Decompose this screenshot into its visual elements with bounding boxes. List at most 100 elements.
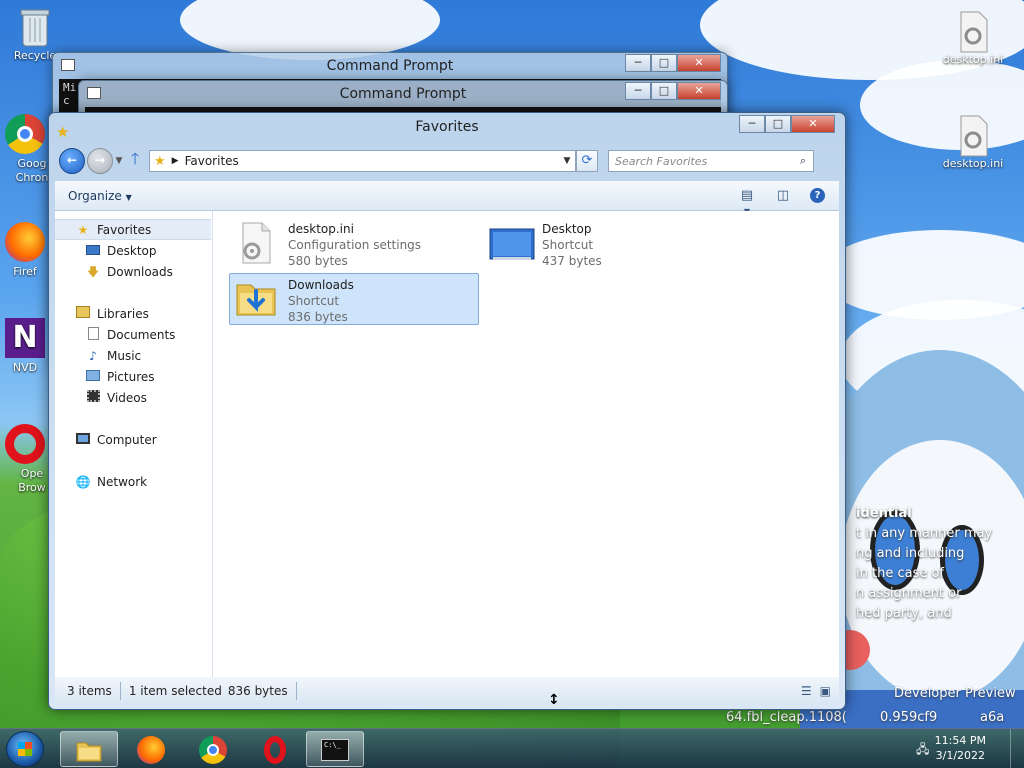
- title-bar[interactable]: Command Prompt ─ □ ✕: [53, 53, 727, 79]
- minimize-button[interactable]: ─: [625, 82, 651, 100]
- desktop-icon-desktop-ini-2[interactable]: desktop.ini: [938, 114, 1008, 170]
- overlay-text: idential: [856, 506, 912, 521]
- overlay-text: t in any manner may: [856, 526, 993, 541]
- start-button[interactable]: [6, 731, 44, 767]
- desktop-icon: [85, 243, 101, 259]
- nav-item-pictures[interactable]: Pictures: [55, 366, 212, 387]
- maximize-button[interactable]: □: [651, 82, 677, 100]
- window-controls: ─ □ ✕: [625, 54, 721, 72]
- desktop-icon-label: desktop.ini: [942, 53, 1004, 66]
- desktop-icon-label: Ope Brow: [18, 467, 46, 494]
- clock[interactable]: 11:54 PM 3/1/2022: [935, 733, 986, 763]
- nav-item-label: Favorites: [97, 222, 152, 237]
- computer-icon: [75, 432, 91, 448]
- nav-item-documents[interactable]: Documents: [55, 324, 212, 345]
- show-desktop-button[interactable]: [1010, 729, 1024, 768]
- nav-item-desktop[interactable]: Desktop: [55, 240, 212, 261]
- preview-pane-button[interactable]: ◫: [774, 188, 792, 204]
- maximize-button[interactable]: □: [765, 115, 791, 133]
- file-tile-desktop-ini[interactable]: desktop.ini Configuration settings 580 byt…: [229, 217, 479, 269]
- taskbar-button-cmd[interactable]: C:\_: [306, 731, 364, 767]
- navigation-pane[interactable]: ★ Favorites Desktop 🡇 Downloads Libraries Docu…: [55, 211, 213, 677]
- title-bar[interactable]: Command Prompt ─ □ ✕: [79, 81, 727, 107]
- title-bar[interactable]: ★ Favorites ─ □ ✕: [49, 113, 845, 141]
- help-button[interactable]: ?: [810, 188, 825, 203]
- nav-item-videos[interactable]: Videos: [55, 387, 212, 408]
- desktop-icon-desktop-ini-1[interactable]: desktop.ini: [938, 10, 1008, 66]
- taskbar-button-firefox[interactable]: [122, 731, 180, 767]
- nvda-icon: N: [5, 318, 45, 358]
- overlay-text: hed party, and: [856, 606, 952, 621]
- close-button[interactable]: ✕: [677, 82, 721, 100]
- recent-pages-dropdown[interactable]: ▼: [113, 156, 125, 166]
- minimize-button[interactable]: ─: [739, 115, 765, 133]
- taskbar-button-opera[interactable]: [246, 731, 304, 767]
- details-view-icon[interactable]: ☰: [801, 684, 812, 698]
- nav-item-label: Documents: [107, 327, 176, 342]
- organize-label: Organize: [68, 188, 122, 203]
- network-tray-icon[interactable]: 🖧: [916, 740, 932, 756]
- explorer-window[interactable]: ★ Favorites ─ □ ✕ ← → ▼ 🡑 ★ ▶ Favorites ▼ …: [48, 112, 846, 710]
- address-bar[interactable]: ★ ▶ Favorites ▼: [149, 150, 576, 172]
- back-button[interactable]: ←: [59, 148, 85, 174]
- settings-file-icon: [953, 114, 993, 157]
- nav-item-libraries[interactable]: Libraries: [55, 303, 212, 324]
- nav-item-label: Libraries: [97, 306, 149, 321]
- close-button[interactable]: ✕: [677, 54, 721, 72]
- overlay-text: ng and including: [856, 546, 965, 561]
- address-history-dropdown[interactable]: ▼: [559, 156, 575, 166]
- opera-icon: [5, 424, 45, 464]
- file-name: Downloads: [288, 278, 354, 292]
- file-tile-desktop[interactable]: Desktop Shortcut 437 bytes: [483, 217, 733, 269]
- downloads-shortcut-icon: [234, 277, 278, 321]
- nav-item-downloads[interactable]: 🡇 Downloads: [55, 261, 212, 282]
- maximize-button[interactable]: □: [651, 54, 677, 72]
- desktop-icon-label: Firef: [13, 265, 37, 278]
- file-tile-downloads[interactable]: Downloads Shortcut 836 bytes: [229, 273, 479, 325]
- search-box[interactable]: Search Favorites ⌕: [608, 150, 814, 172]
- close-button[interactable]: ✕: [791, 115, 835, 133]
- overlay-text: Developer Preview: [894, 686, 1016, 701]
- desktop-icon-opera[interactable]: Ope Brow: [0, 424, 50, 495]
- desktop-shortcut-icon: [488, 221, 535, 265]
- cmd-icon: [87, 87, 101, 99]
- search-input[interactable]: Search Favorites: [615, 155, 707, 168]
- search-icon[interactable]: ⌕: [793, 154, 813, 168]
- forward-button[interactable]: →: [87, 148, 113, 174]
- clock-time: 11:54 PM: [934, 734, 986, 747]
- overlay-text: in the case of: [856, 566, 944, 581]
- change-view-button[interactable]: ▤ ▼: [738, 188, 756, 216]
- desktop-icon-nvda[interactable]: N NVD: [0, 318, 50, 374]
- taskbar-button-chrome[interactable]: [184, 731, 242, 767]
- settings-file-icon: [234, 221, 278, 265]
- tiles-view-icon[interactable]: ▣: [820, 684, 831, 698]
- breadcrumb-favorites[interactable]: Favorites: [185, 154, 239, 168]
- breadcrumb-separator-icon[interactable]: ▶: [172, 156, 179, 166]
- nav-item-network[interactable]: 🌐 Network: [55, 471, 212, 492]
- organize-button[interactable]: Organize ▼: [68, 189, 132, 203]
- file-list[interactable]: desktop.ini Configuration settings 580 byt…: [213, 211, 839, 677]
- address-row: ← → ▼ 🡑 ★ ▶ Favorites ▼ ⟳ Search Favorit…: [59, 147, 837, 175]
- chrome-icon: [199, 736, 227, 764]
- file-size: 836 bytes: [288, 310, 348, 324]
- refresh-button[interactable]: ⟳: [576, 150, 598, 172]
- nav-item-label: Downloads: [107, 264, 173, 279]
- desktop-icon-chrome[interactable]: Goog Chron: [0, 114, 50, 185]
- nav-item-computer[interactable]: Computer: [55, 429, 212, 450]
- nav-item-label: Desktop: [107, 243, 157, 258]
- minimize-button[interactable]: ─: [625, 54, 651, 72]
- up-button[interactable]: 🡑: [125, 148, 145, 175]
- desktop-icon-label: Recycle: [13, 49, 57, 62]
- cmd-icon: [61, 59, 75, 71]
- desktop-icon-firefox[interactable]: Firef: [0, 222, 50, 278]
- view-switcher: ☰ ▣: [801, 684, 839, 698]
- taskbar-button-explorer[interactable]: [60, 731, 118, 767]
- chrome-icon: [5, 114, 45, 154]
- nav-item-music[interactable]: ♪ Music: [55, 345, 212, 366]
- status-divider: [119, 682, 121, 700]
- nav-item-label: Music: [107, 348, 142, 363]
- window-controls: ─ □ ✕: [625, 82, 721, 100]
- status-bar: 3 items 1 item selected 836 bytes ☰ ▣: [55, 677, 839, 705]
- nav-item-favorites[interactable]: ★ Favorites: [55, 219, 211, 240]
